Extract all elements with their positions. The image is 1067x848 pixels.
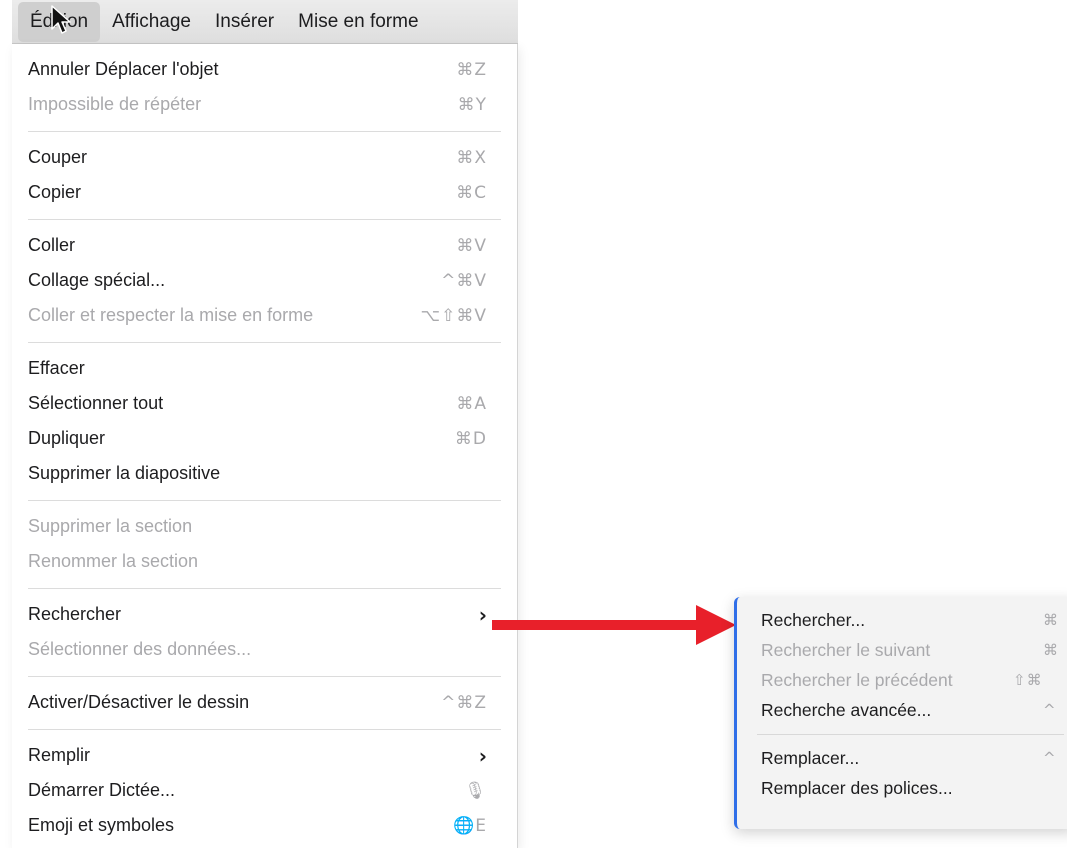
- menu-item-clear[interactable]: Effacer: [12, 351, 517, 386]
- menu-item-shortcut: ⌘X: [456, 147, 487, 168]
- menu-separator: [28, 342, 501, 343]
- submenu-item-replace[interactable]: Remplacer... ^: [737, 743, 1067, 773]
- menu-item-undo[interactable]: Annuler Déplacer l'objet ⌘Z: [12, 52, 517, 87]
- menu-item-label: Coller et respecter la mise en forme: [28, 305, 314, 325]
- menu-item-fill[interactable]: Remplir ›: [12, 738, 517, 773]
- menu-item-label: Activer/Désactiver le dessin: [28, 692, 250, 712]
- chevron-right-icon: ›: [478, 602, 487, 627]
- menu-separator: [28, 676, 501, 677]
- submenu-item-shortcut: ^: [1043, 701, 1057, 719]
- arrow-shaft: [492, 620, 698, 630]
- menu-item-label: Annuler Déplacer l'objet: [28, 59, 219, 79]
- mouse-pointer-icon: [51, 5, 71, 34]
- menu-item-label: Sélectionner des données...: [28, 639, 252, 659]
- menu-item-shortcut: ⌘A: [456, 393, 487, 414]
- submenu-item-advanced-find[interactable]: Recherche avancée... ^: [737, 695, 1067, 725]
- menu-item-paste-special[interactable]: Collage spécial... ^⌘V: [12, 263, 517, 298]
- menu-item-label: Supprimer la section: [28, 516, 193, 536]
- submenu-item-find-next: Rechercher le suivant ⌘: [737, 635, 1067, 665]
- menu-item-find[interactable]: Rechercher ›: [12, 597, 517, 632]
- menu-item-label: Démarrer Dictée...: [28, 780, 176, 800]
- globe-icon: 🌐E: [453, 815, 487, 836]
- submenu-item-label: Recherche avancée...: [761, 699, 932, 720]
- menu-item-label: Renommer la section: [28, 551, 199, 571]
- menu-item-delete-slide[interactable]: Supprimer la diapositive: [12, 456, 517, 491]
- edit-menu-dropdown: Annuler Déplacer l'objet ⌘Z Impossible d…: [12, 44, 518, 848]
- submenu-item-find[interactable]: Rechercher... ⌘: [737, 605, 1067, 635]
- menu-item-duplicate[interactable]: Dupliquer ⌘D: [12, 421, 517, 456]
- submenu-item-shortcut: ^: [1043, 749, 1057, 767]
- menu-item-label: Coller: [28, 235, 76, 255]
- menu-separator: [28, 219, 501, 220]
- chevron-right-icon: ›: [478, 743, 487, 768]
- submenu-item-replace-fonts[interactable]: Remplacer des polices...: [737, 773, 1067, 803]
- menubar-item-affichage[interactable]: Affichage: [100, 2, 203, 42]
- menu-item-emoji-symbols[interactable]: Emoji et symboles 🌐E: [12, 808, 517, 843]
- menu-item-start-dictation[interactable]: Démarrer Dictée... 🎙: [12, 773, 517, 808]
- menu-item-label: Dupliquer: [28, 428, 106, 448]
- find-submenu: Rechercher... ⌘ Rechercher le suivant ⌘ …: [734, 597, 1067, 829]
- menu-item-shortcut: ⌘Y: [457, 94, 487, 115]
- submenu-separator: [757, 734, 1064, 735]
- submenu-item-label: Remplacer des polices...: [761, 777, 953, 798]
- menu-item-shortcut: ⌘D: [454, 428, 487, 449]
- submenu-item-label: Remplacer...: [761, 747, 860, 768]
- menu-item-label: Effacer: [28, 358, 85, 378]
- menu-item-shortcut: ⌥⇧⌘V: [420, 305, 487, 326]
- menu-item-label: Rechercher: [28, 604, 122, 624]
- submenu-item-label: Rechercher le précédent: [761, 669, 953, 690]
- menu-item-shortcut: ^⌘Z: [441, 692, 487, 713]
- microphone-icon: 🎙: [464, 780, 487, 801]
- submenu-item-label: Rechercher...: [761, 609, 866, 630]
- menu-separator: [28, 500, 501, 501]
- menubar-item-mise-en-forme[interactable]: Mise en forme: [286, 2, 430, 42]
- menu-item-select-data: Sélectionner des données...: [12, 632, 517, 667]
- menubar-item-inserer[interactable]: Insérer: [203, 2, 286, 42]
- menu-item-select-all[interactable]: Sélectionner tout ⌘A: [12, 386, 517, 421]
- red-arrow-annotation: [492, 605, 736, 645]
- menu-item-shortcut: ⌘V: [456, 235, 487, 256]
- menu-item-shortcut: ^⌘V: [441, 270, 487, 291]
- menu-item-rename-section: Renommer la section: [12, 544, 517, 579]
- menu-item-shortcut: ⌘Z: [456, 59, 487, 80]
- menu-item-label: Couper: [28, 147, 88, 167]
- menu-item-label: Impossible de répéter: [28, 94, 202, 114]
- submenu-item-label: Rechercher le suivant: [761, 639, 931, 660]
- menu-item-label: Emoji et symboles: [28, 815, 175, 835]
- menu-bar: Édition Affichage Insérer Mise en forme: [12, 0, 518, 44]
- menu-item-label: Sélectionner tout: [28, 393, 164, 413]
- menu-item-shortcut: ⌘C: [456, 182, 487, 203]
- menu-item-toggle-drawing[interactable]: Activer/Désactiver le dessin ^⌘Z: [12, 685, 517, 720]
- menu-item-label: Collage spécial...: [28, 270, 166, 290]
- menu-item-paste[interactable]: Coller ⌘V: [12, 228, 517, 263]
- menu-separator: [28, 131, 501, 132]
- menu-item-cut[interactable]: Couper ⌘X: [12, 140, 517, 175]
- menu-item-label: Remplir: [28, 745, 91, 765]
- menu-item-paste-match-format: Coller et respecter la mise en forme ⌥⇧⌘…: [12, 298, 517, 333]
- menu-item-copy[interactable]: Copier ⌘C: [12, 175, 517, 210]
- submenu-item-shortcut: ⇧⌘: [1013, 671, 1043, 689]
- arrow-head: [696, 605, 736, 645]
- menu-item-redo: Impossible de répéter ⌘Y: [12, 87, 517, 122]
- submenu-item-find-previous: Rechercher le précédent ⇧⌘: [737, 665, 1067, 695]
- menu-item-label: Supprimer la diapositive: [28, 463, 221, 483]
- submenu-item-shortcut: ⌘: [1043, 641, 1059, 659]
- menu-item-label: Copier: [28, 182, 82, 202]
- menu-separator: [28, 729, 501, 730]
- menu-item-delete-section: Supprimer la section: [12, 509, 517, 544]
- menu-separator: [28, 588, 501, 589]
- submenu-item-shortcut: ⌘: [1043, 611, 1059, 629]
